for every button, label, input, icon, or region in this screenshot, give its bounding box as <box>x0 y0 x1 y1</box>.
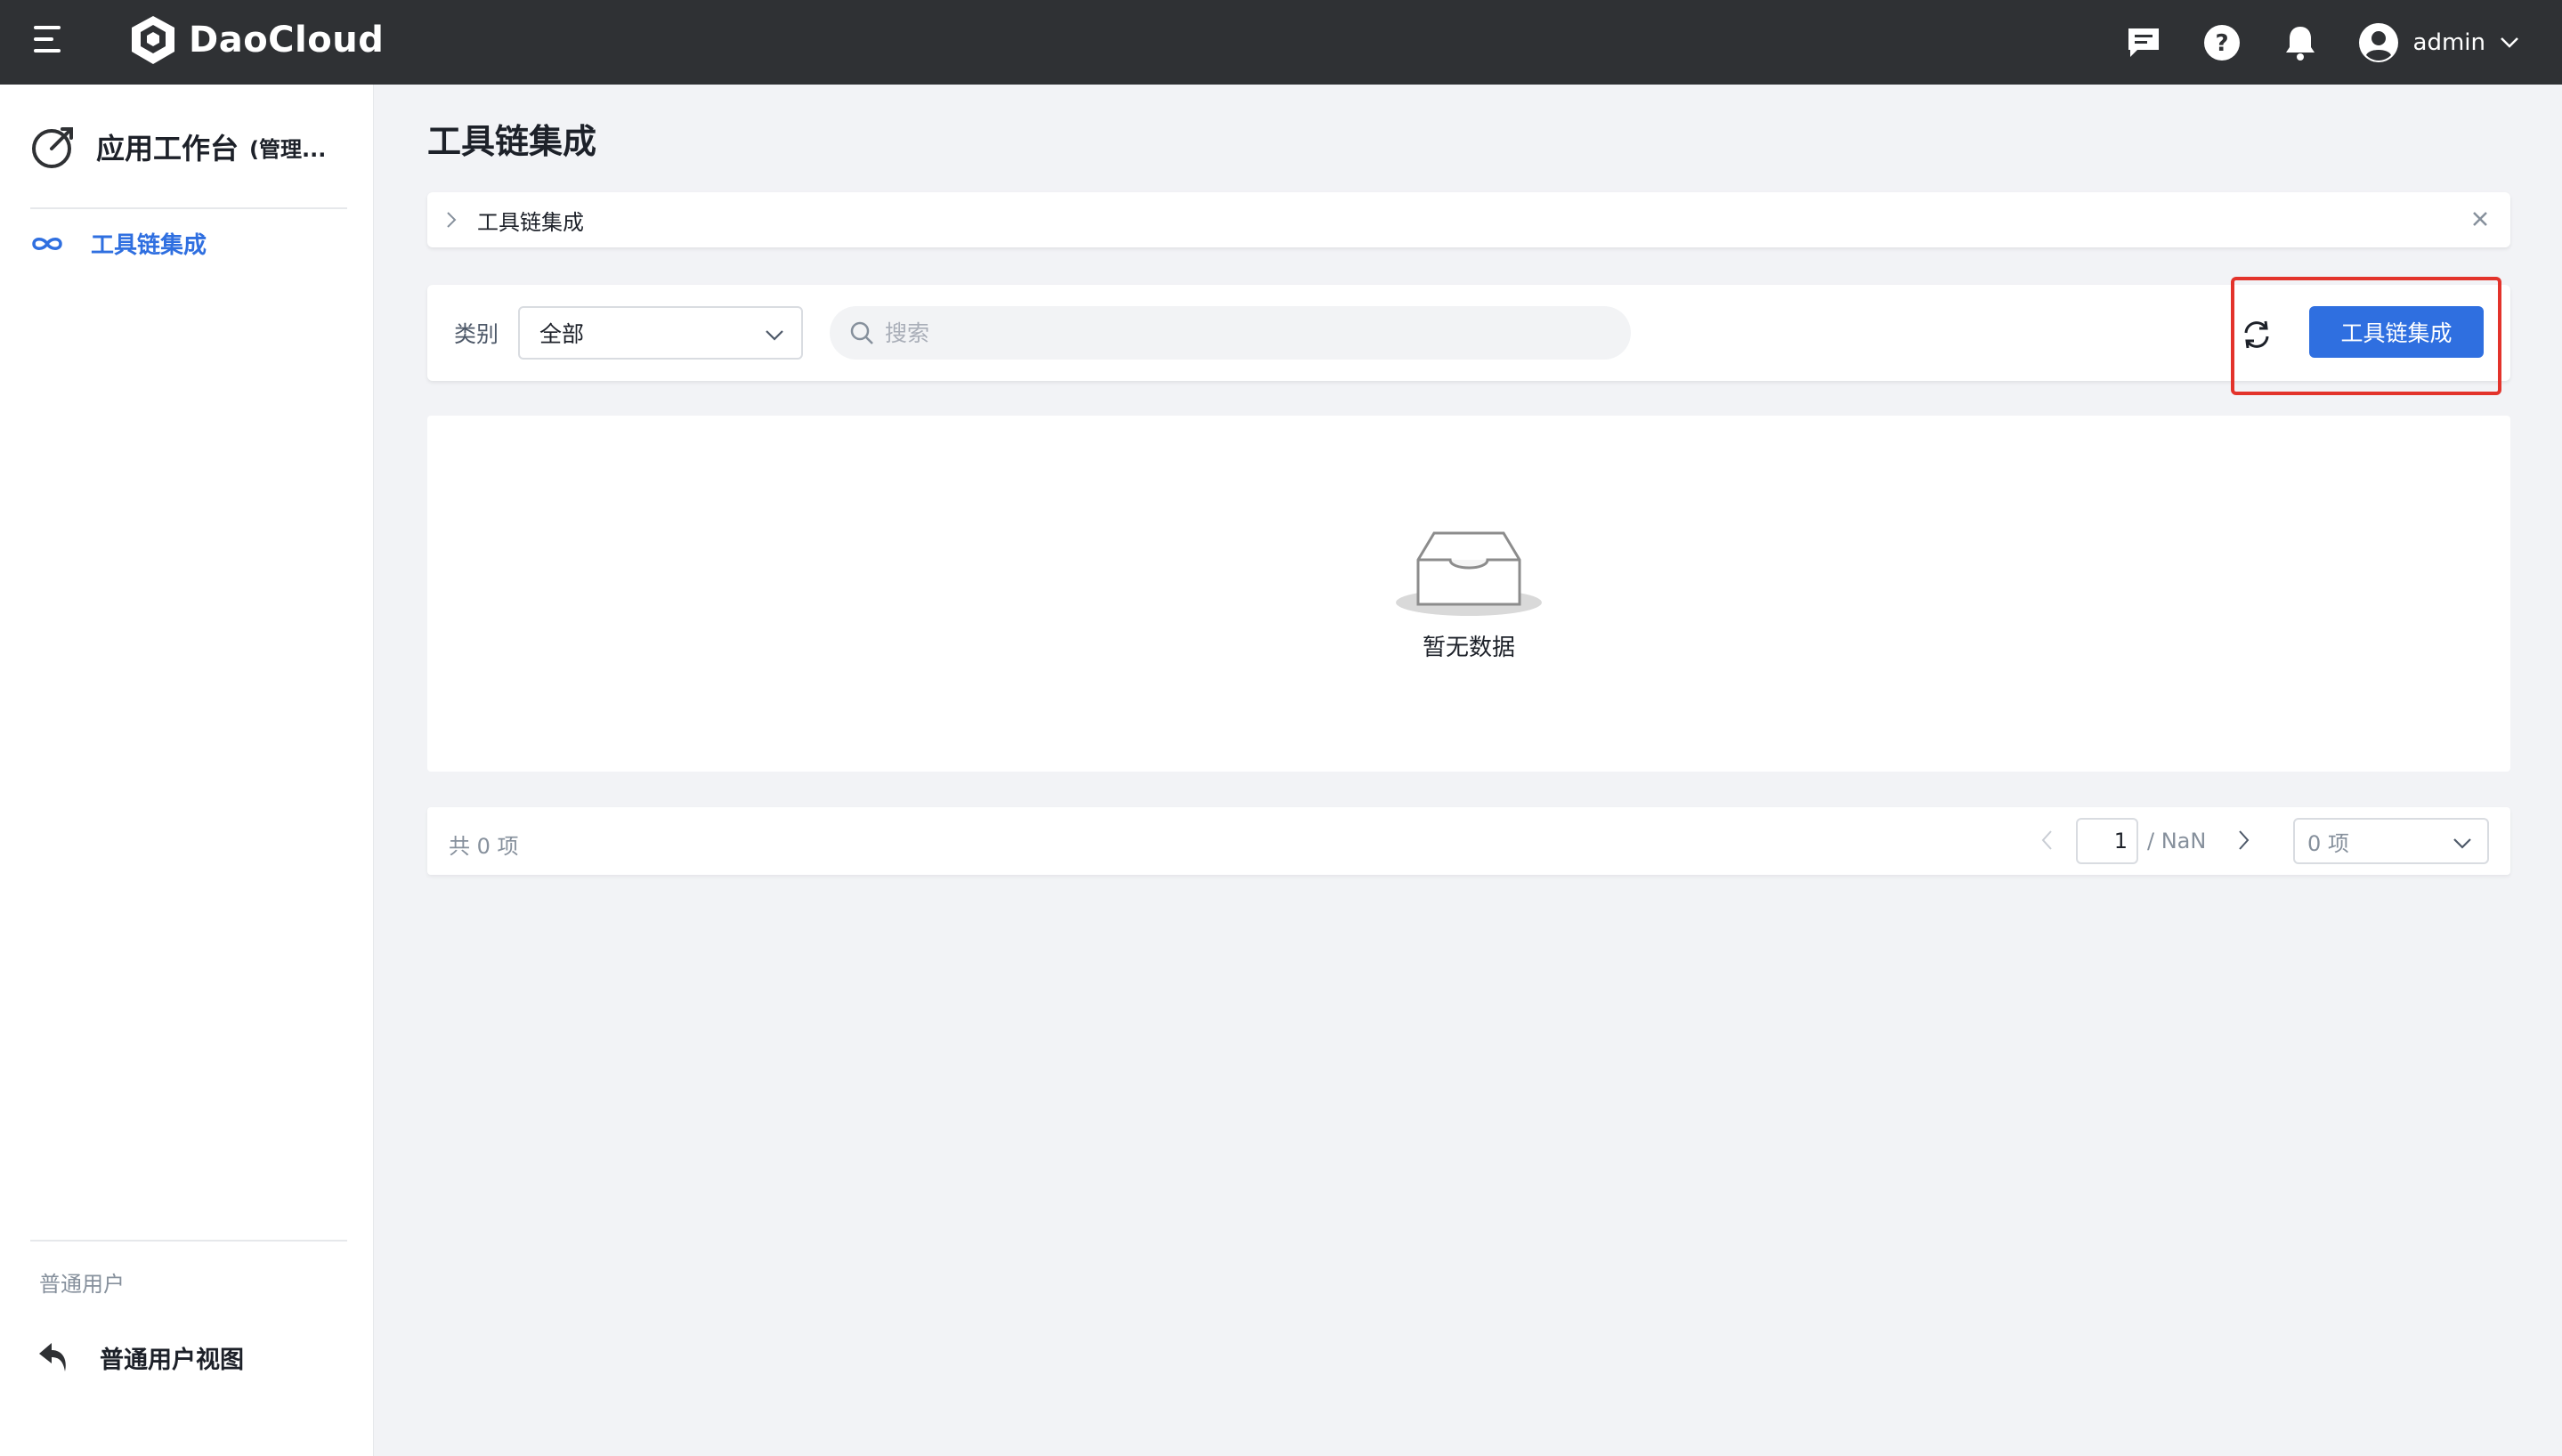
message-icon[interactable] <box>2123 22 2164 63</box>
page-number-input[interactable] <box>2076 818 2138 864</box>
app-title-text: 应用工作台 <box>96 132 239 166</box>
highlight-annotation-box <box>2231 277 2501 395</box>
user-avatar-icon <box>2358 22 2398 62</box>
infinity-icon <box>32 237 62 250</box>
app-title[interactable]: 应用工作台 (管理... <box>30 124 326 170</box>
empty-state-panel: 暂无数据 <box>427 416 2510 772</box>
close-icon[interactable] <box>2469 208 2491 230</box>
breadcrumb-item: 工具链集成 <box>477 209 584 235</box>
filter-toolbar: 类别 全部 工具链集成 <box>427 285 2510 381</box>
search-box <box>830 306 1631 360</box>
top-navigation-bar: DaoCloud ? admin <box>0 0 2562 85</box>
top-right-actions: ? admin <box>2123 0 2519 85</box>
chevron-right-icon[interactable] <box>2236 829 2250 852</box>
pagination-bar: 共 0 项 / NaN 0 项 <box>427 807 2510 875</box>
category-label: 类别 <box>454 321 499 347</box>
help-icon[interactable]: ? <box>2201 22 2242 63</box>
search-input[interactable] <box>885 320 1615 346</box>
sidebar: 应用工作台 (管理... 工具链集成 普通用户 普通用户视图 <box>0 85 374 1456</box>
user-name: admin <box>2412 28 2485 56</box>
return-arrow-icon <box>39 1343 66 1371</box>
page-total: / NaN <box>2147 829 2207 853</box>
notification-bell-icon[interactable] <box>2280 22 2321 63</box>
hamburger-menu-icon[interactable] <box>34 26 69 60</box>
category-select[interactable]: 全部 <box>518 306 803 360</box>
daocloud-logo-icon <box>132 16 174 64</box>
empty-inbox-icon <box>1396 531 1542 616</box>
empty-state-text: 暂无数据 <box>1422 635 1515 661</box>
app-title-subtitle: (管理... <box>249 136 327 162</box>
brand-name: DaoCloud <box>189 20 385 61</box>
svg-text:?: ? <box>2215 30 2228 57</box>
sidebar-item-toolchain-integration[interactable]: 工具链集成 <box>30 227 207 260</box>
category-select-value: 全部 <box>539 321 585 347</box>
breadcrumb: 工具链集成 <box>427 192 2510 247</box>
sidebar-item-user-view[interactable]: 普通用户视图 <box>36 1339 244 1375</box>
brand-logo[interactable]: DaoCloud <box>128 14 384 66</box>
search-icon <box>850 321 873 344</box>
workbench-icon <box>32 127 73 168</box>
user-view-label: 普通用户视图 <box>100 1346 244 1374</box>
page-title: 工具链集成 <box>427 122 597 161</box>
sidebar-item-label: 工具链集成 <box>91 232 207 259</box>
sidebar-divider <box>30 207 347 209</box>
chevron-down-icon <box>2501 36 2518 48</box>
total-count: 共 0 项 <box>449 834 519 859</box>
page-size-select[interactable]: 0 项 <box>2293 818 2489 864</box>
chevron-left-icon[interactable] <box>2040 829 2055 852</box>
user-menu[interactable]: admin <box>2358 22 2519 63</box>
chevron-right-icon[interactable] <box>445 210 458 230</box>
sidebar-section-label: 普通用户 <box>39 1272 125 1297</box>
chevron-down-icon <box>2453 838 2471 849</box>
sidebar-divider <box>30 1240 347 1242</box>
chevron-down-icon <box>766 330 783 341</box>
page-size-value: 0 项 <box>2307 830 2349 856</box>
